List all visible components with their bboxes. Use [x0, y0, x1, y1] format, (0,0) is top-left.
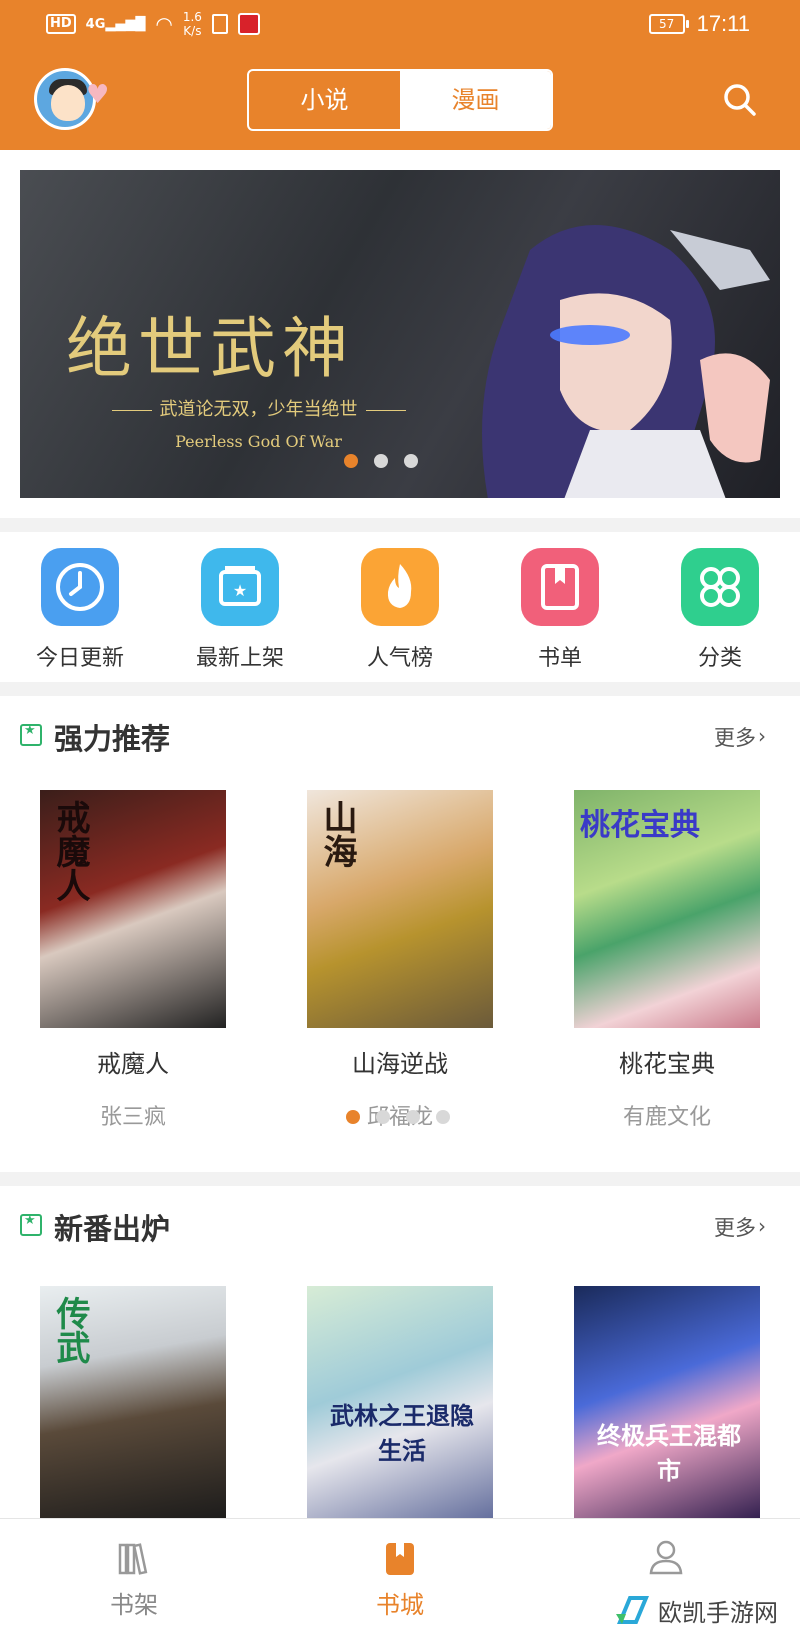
- hd-indicator: HD: [46, 14, 76, 34]
- bookshelf-icon: [74, 1537, 194, 1579]
- book-title: 戒魔人: [97, 1050, 169, 1078]
- avatar-face: [51, 85, 85, 121]
- svg-text:★: ★: [233, 581, 247, 600]
- nav-profile[interactable]: [606, 1537, 726, 1579]
- banner-slide[interactable]: 绝世武神 武道论无双，少年当绝世 Peerless God Of War: [20, 170, 780, 498]
- battery-icon: 57: [648, 14, 689, 34]
- sim-icon: [211, 14, 228, 34]
- category-shortcuts: 今日更新 ★ 最新上架 人气榜 书单 分类: [0, 532, 800, 682]
- content-type-switch: 小说 漫画: [247, 69, 553, 131]
- book-title: 山海逆战: [352, 1050, 448, 1078]
- book-card[interactable]: 桃花宝典 桃花宝典 有鹿文化: [574, 790, 760, 1131]
- bookstore-icon: [340, 1537, 460, 1579]
- book-author: 张三疯: [99, 1105, 166, 1130]
- category-label: 今日更新: [35, 646, 124, 671]
- search-icon[interactable]: [722, 82, 758, 118]
- pager-dot[interactable]: [404, 454, 418, 468]
- star-badge-icon: [20, 1213, 42, 1236]
- user-icon: [606, 1537, 726, 1579]
- cover-title-art: 传武: [50, 1296, 90, 1364]
- section-new-arrivals: 新番出炉 更多 › 传武 武林之王退隐生活 终极兵王混都市: [0, 1186, 800, 1524]
- star-box-icon: ★: [201, 548, 279, 626]
- nav-label: 书城: [376, 1591, 424, 1619]
- status-bar: HD 4G▂▄▆█ ◠ 1.6 K/s 57 17:11: [0, 0, 800, 50]
- book-card[interactable]: 终极兵王混都市: [574, 1286, 760, 1524]
- tab-comic[interactable]: 漫画: [400, 71, 551, 129]
- cover-title-art: 戒魔人: [50, 800, 90, 902]
- banner-section: 绝世武神 武道论无双，少年当绝世 Peerless God Of War: [0, 150, 800, 518]
- section-header: 新番出炉 更多 ›: [0, 1186, 800, 1266]
- banner-pager: [344, 454, 418, 468]
- section-recommended: 强力推荐 更多 › 戒魔人 戒魔人 张三疯 山海 山海逆战 邱福龙 桃花宝典 桃…: [0, 696, 800, 1172]
- pager-dot[interactable]: [376, 1110, 390, 1124]
- book-card[interactable]: 山海 山海逆战 邱福龙: [307, 790, 493, 1131]
- chevron-right-icon[interactable]: ›: [758, 1214, 766, 1238]
- book-title: 桃花宝典: [619, 1050, 715, 1078]
- notification-app-icon: [237, 13, 260, 35]
- pager-dot[interactable]: [436, 1110, 450, 1124]
- cover-title-art: 终极兵王混都市: [597, 1421, 741, 1485]
- watermark-logo-icon: [616, 1596, 649, 1624]
- nav-bookstore[interactable]: 书城: [340, 1537, 460, 1620]
- clock: 17:11: [696, 11, 750, 36]
- heart-icon: ♥: [86, 80, 110, 110]
- nav-label: 书架: [110, 1591, 158, 1619]
- category-booklist[interactable]: 书单: [500, 548, 620, 672]
- watermark: 欧凯手游网: [612, 1590, 778, 1630]
- clock-icon: [41, 548, 119, 626]
- book-card[interactable]: 戒魔人 戒魔人 张三疯: [40, 790, 226, 1131]
- more-link[interactable]: 更多: [714, 1212, 756, 1242]
- pager-dot[interactable]: [346, 1110, 360, 1124]
- category-new-releases[interactable]: ★ 最新上架: [180, 548, 300, 672]
- category-classify[interactable]: 分类: [660, 548, 780, 672]
- category-label: 最新上架: [195, 646, 284, 671]
- book-cover: 山海: [307, 790, 493, 1028]
- nav-bookshelf[interactable]: 书架: [74, 1537, 194, 1620]
- category-label: 人气榜: [366, 646, 433, 671]
- tab-novel[interactable]: 小说: [249, 71, 400, 129]
- cover-title-art: 武林之王退隐生活: [330, 1401, 474, 1465]
- banner-english-title: Peerless God Of War: [175, 432, 342, 451]
- section-title: 新番出炉: [54, 1212, 171, 1246]
- wifi-icon: ◠: [155, 12, 173, 36]
- banner-title: 绝世武神: [66, 310, 354, 387]
- pager-dot[interactable]: [374, 454, 388, 468]
- book-cover: 终极兵王混都市: [574, 1286, 760, 1524]
- book-cover: 传武: [40, 1286, 226, 1524]
- signal-icon: 4G▂▄▆█: [85, 16, 146, 32]
- watermark-text: 欧凯手游网: [658, 1598, 778, 1627]
- cover-title-art: 桃花宝典: [580, 808, 700, 843]
- section-title: 强力推荐: [54, 722, 171, 756]
- book-card[interactable]: 传武: [40, 1286, 226, 1524]
- book-cover: 桃花宝典: [574, 790, 760, 1028]
- speed-unit: K/s: [183, 24, 202, 38]
- flame-icon: [361, 548, 439, 626]
- cover-title-art: 山海: [317, 800, 357, 868]
- book-card[interactable]: 武林之王退隐生活: [307, 1286, 493, 1524]
- book-cover: 戒魔人: [40, 790, 226, 1028]
- speed-value: 1.6: [182, 10, 202, 24]
- category-today-update[interactable]: 今日更新: [20, 548, 140, 672]
- category-popular[interactable]: 人气榜: [340, 548, 460, 672]
- section-header: 强力推荐 更多 ›: [0, 696, 800, 776]
- chevron-right-icon[interactable]: ›: [758, 724, 766, 748]
- category-label: 书单: [537, 646, 582, 671]
- section-pager: [346, 1110, 450, 1124]
- banner-character-illustration: [482, 225, 770, 498]
- book-author: 有鹿文化: [622, 1105, 711, 1130]
- grid-icon: [681, 548, 759, 626]
- bookmark-book-icon: [521, 548, 599, 626]
- network-speed: 1.6 K/s: [183, 10, 202, 38]
- star-badge-icon: [20, 723, 42, 746]
- app-header: HD 4G▂▄▆█ ◠ 1.6 K/s 57 17:11 ♥ 小说 漫画: [0, 0, 800, 150]
- book-cover: 武林之王退隐生活: [307, 1286, 493, 1524]
- pager-dot[interactable]: [344, 454, 358, 468]
- more-link[interactable]: 更多: [714, 722, 756, 752]
- banner-subtitle: 武道论无双，少年当绝世: [66, 395, 451, 421]
- network-type: 4G: [85, 16, 106, 32]
- pager-dot[interactable]: [406, 1110, 420, 1124]
- category-label: 分类: [697, 646, 742, 671]
